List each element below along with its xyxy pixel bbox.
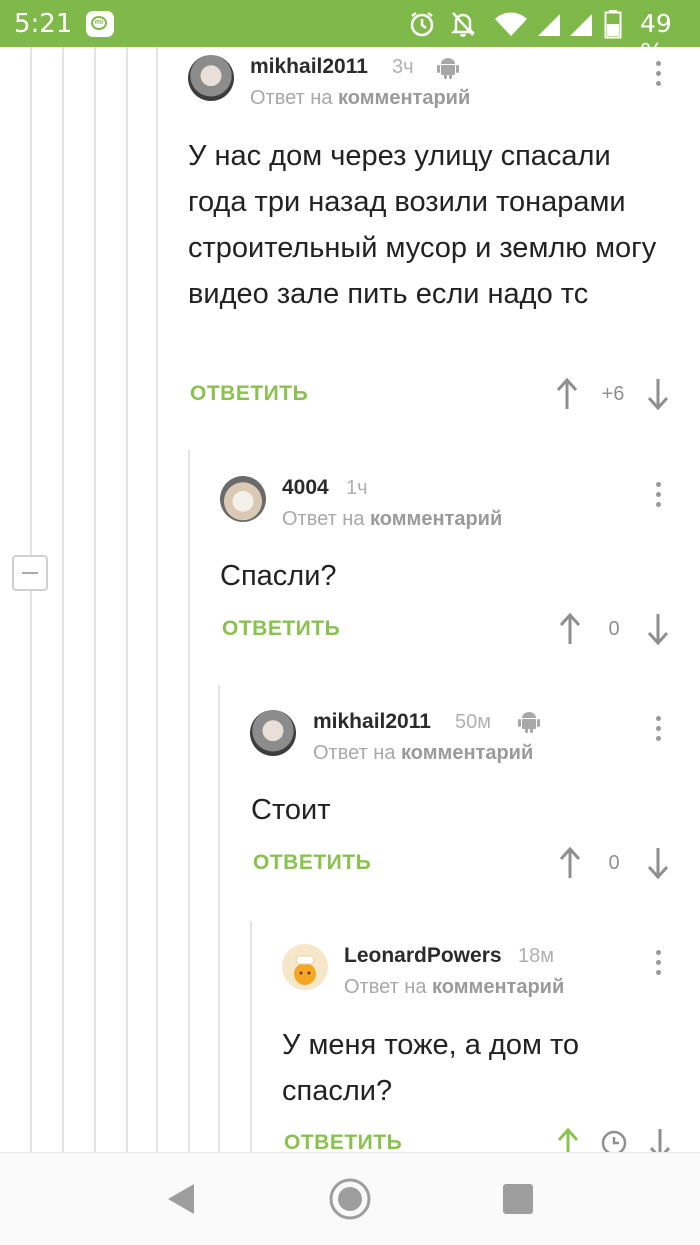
comment-author[interactable]: LeonardPowers	[344, 944, 502, 968]
reply-to-prefix: Ответ на	[282, 508, 365, 530]
upvote-icon[interactable]	[558, 612, 582, 646]
avatar[interactable]	[250, 710, 296, 756]
reply-button[interactable]: ответить	[284, 1131, 402, 1152]
thread-line	[94, 47, 96, 1152]
notifications-off-icon	[450, 12, 476, 37]
more-options-icon[interactable]	[656, 482, 662, 512]
collapse-thread-button[interactable]	[12, 555, 48, 591]
more-options-icon[interactable]	[656, 950, 662, 980]
comment-text: У меня тоже, а дом то спасли?	[282, 1029, 580, 1107]
thread-line	[218, 685, 220, 1152]
reply-button[interactable]: ответить	[253, 851, 371, 875]
avatar[interactable]	[282, 944, 328, 990]
comment-author[interactable]: 4004	[282, 476, 329, 500]
comment-author[interactable]: mikhail2011	[250, 55, 368, 79]
upvote-icon[interactable]	[556, 1127, 580, 1152]
reply-to-target[interactable]: комментарий	[401, 742, 533, 764]
comment-time: 1ч	[346, 477, 368, 499]
wifi-icon	[495, 12, 527, 36]
reply-to-prefix: Ответ на	[344, 976, 427, 998]
reply-to-prefix: Ответ на	[250, 87, 333, 109]
comment-text: Стоит	[251, 794, 331, 826]
status-time: 5:21	[14, 9, 73, 39]
signal-icon	[570, 14, 592, 36]
comment-rating: 0	[608, 852, 620, 874]
comment-time: 50м	[455, 711, 491, 733]
thread-line	[30, 47, 32, 1152]
navigation-bar	[0, 1152, 700, 1245]
more-options-icon[interactable]	[656, 61, 662, 91]
reply-to-label[interactable]: Ответ на комментарий	[250, 87, 470, 110]
avatar[interactable]	[188, 55, 234, 101]
upvote-icon[interactable]	[555, 377, 579, 411]
reply-button[interactable]: ответить	[190, 382, 308, 406]
downvote-icon[interactable]	[646, 846, 670, 880]
comment-author[interactable]: mikhail2011	[313, 710, 431, 734]
thread-line	[250, 921, 252, 1152]
downvote-icon[interactable]	[646, 612, 670, 646]
thread-line	[126, 47, 128, 1152]
recent-apps-icon[interactable]	[502, 1183, 534, 1215]
reply-to-label[interactable]: Ответ на комментарий	[344, 976, 564, 999]
comment-thread[interactable]: mikhail2011 3ч Ответ на комментарий У на…	[0, 47, 700, 1152]
android-icon	[437, 58, 459, 79]
reply-to-label[interactable]: Ответ на комментарий	[313, 742, 533, 765]
avatar[interactable]	[220, 476, 266, 522]
home-icon[interactable]	[328, 1177, 372, 1221]
comment-time: 18м	[518, 945, 554, 967]
thread-line	[62, 47, 64, 1152]
thread-line	[156, 47, 158, 1152]
downvote-icon[interactable]	[646, 377, 670, 411]
android-icon	[518, 712, 540, 733]
comment-rating: 0	[608, 618, 620, 640]
comment-time: 3ч	[392, 56, 414, 78]
battery-icon	[604, 10, 622, 39]
comment-text: Спасли?	[220, 560, 337, 592]
reply-to-target[interactable]: комментарий	[432, 976, 564, 998]
reply-button[interactable]: ответить	[222, 617, 340, 641]
reply-to-prefix: Ответ на	[313, 742, 396, 764]
more-options-icon[interactable]	[656, 716, 662, 746]
thread-line	[188, 450, 190, 1152]
comment-rating: +6	[601, 383, 625, 405]
chef-avatar-icon	[294, 955, 316, 985]
reply-to-label[interactable]: Ответ на комментарий	[282, 508, 502, 531]
clock-icon	[601, 1130, 627, 1152]
reply-to-target[interactable]: комментарий	[370, 508, 502, 530]
back-icon[interactable]	[166, 1182, 196, 1216]
alarm-icon	[410, 12, 434, 37]
upvote-icon[interactable]	[558, 846, 582, 880]
reply-to-target[interactable]: комментарий	[338, 87, 470, 109]
downvote-icon[interactable]	[648, 1127, 672, 1152]
comment-text: У нас дом через улицу спасали года три н…	[188, 140, 657, 310]
signal-icon	[538, 14, 560, 36]
mi-app-icon: mi	[86, 11, 114, 37]
status-bar: 5:21 mi 49 %	[0, 0, 700, 67]
